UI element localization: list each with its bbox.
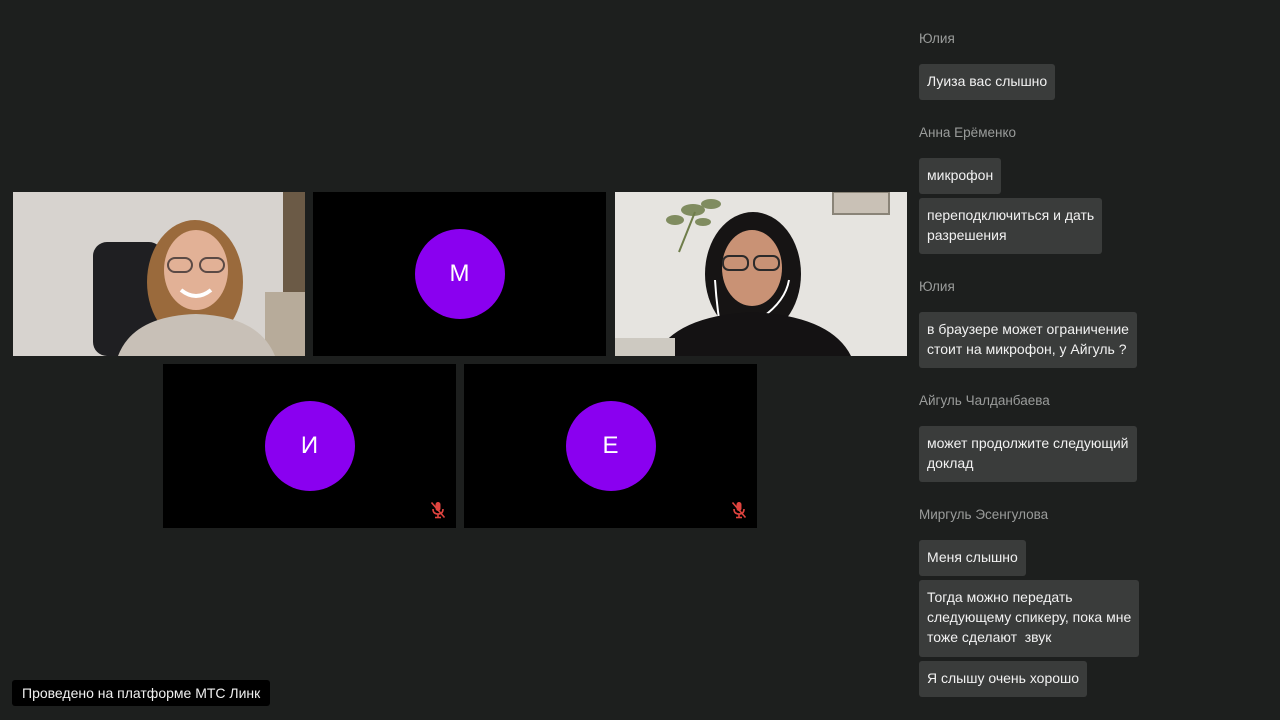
chat-message: переподключиться и дать разрешения — [919, 198, 1103, 254]
webinar-room: М И Е Юлия Луиза вас слышно Анна Ерёменк… — [0, 0, 1280, 720]
participant-tile-avatar-m[interactable]: М — [313, 192, 606, 356]
chat-sender-name: Юлия — [919, 31, 955, 46]
chat-sender-name: Айгуль Чалданбаева — [919, 393, 1050, 408]
chat-sender-name: Миргуль Эсенгулова — [919, 507, 1049, 522]
participant-avatar: М — [414, 229, 505, 319]
chat-sender-name: Юлия — [919, 279, 955, 294]
participant-avatar: И — [264, 401, 355, 491]
participant-video-woman-smiling — [13, 192, 305, 356]
mic-off-icon — [430, 501, 446, 519]
participant-tile-video-1[interactable] — [13, 192, 305, 356]
participant-tile-avatar-e[interactable]: Е — [464, 364, 757, 528]
chat-message: может продолжите следующий доклад — [919, 426, 1137, 482]
chat-message: Я слышу очень хорошо — [919, 661, 1088, 697]
platform-badge[interactable]: Проведено на платформе МТС Линк — [12, 680, 271, 706]
chat-message: в браузере может ограничение стоит на ми… — [919, 312, 1137, 368]
chat-sender-name: Анна Ерёменко — [919, 125, 1017, 140]
chat-message: микрофон — [919, 158, 1002, 194]
chat-panel: Юлия Луиза вас слышно Анна Ерёменко микр… — [919, 0, 1259, 720]
chat-message: Меня слышно — [919, 540, 1026, 576]
participant-tile-avatar-i[interactable]: И — [163, 364, 456, 528]
mic-off-icon — [731, 501, 747, 519]
participant-avatar: Е — [565, 401, 656, 491]
chat-message: Тогда можно передать следующему спикеру,… — [919, 580, 1140, 657]
participant-video-woman-headphones — [615, 192, 907, 356]
chat-message: Луиза вас слышно — [919, 64, 1056, 100]
participant-tile-video-3[interactable] — [615, 192, 907, 356]
